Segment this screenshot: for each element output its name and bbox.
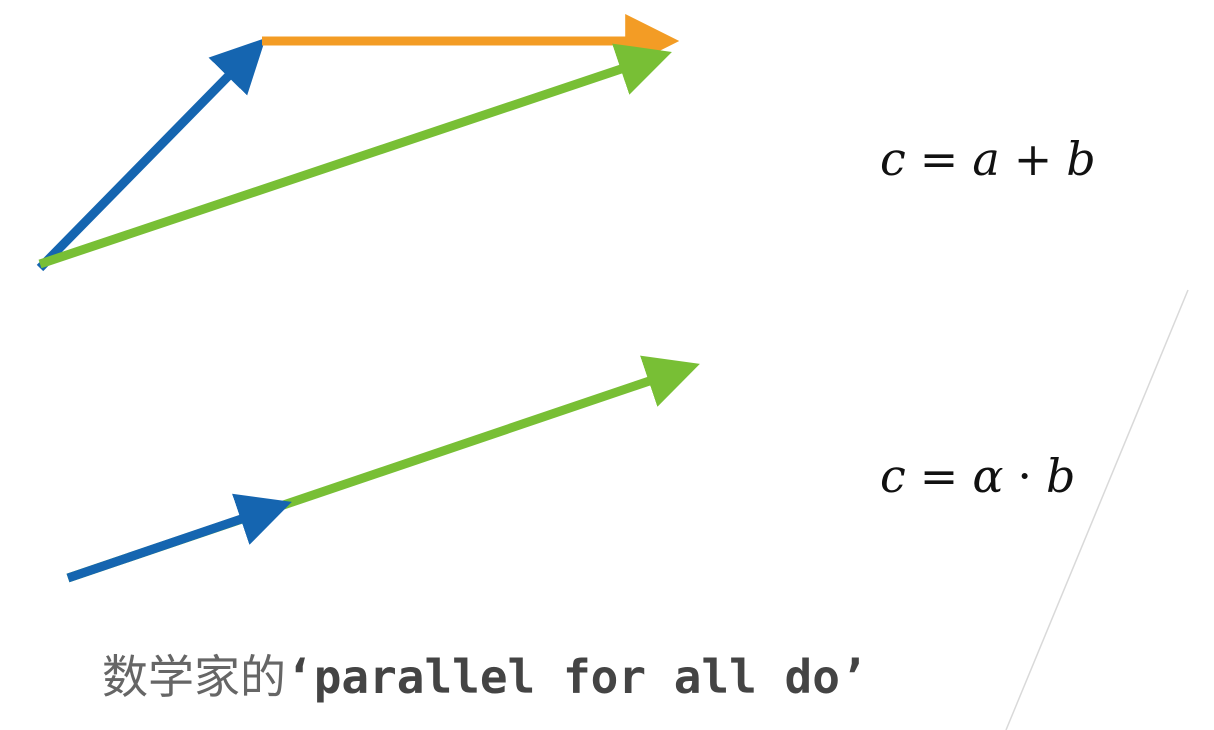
vector-b-short-arrow — [66, 493, 292, 583]
formula-sum-plus: + — [1013, 132, 1053, 186]
formula-scale-alpha: α — [972, 449, 1004, 503]
formula-sum-equals: = — [919, 132, 959, 186]
vector-c-sum-arrow — [38, 43, 672, 269]
caption: 数学家的‘parallel for all do’ — [102, 650, 868, 705]
formula-scale-equals: = — [919, 449, 959, 503]
formula-vector-sum: c = a + b — [880, 136, 1096, 182]
formula-sum-b: b — [1066, 132, 1096, 186]
caption-code: ‘parallel for all do’ — [286, 650, 868, 704]
vector-a-arrow — [36, 38, 266, 272]
caption-chinese: 数学家的 — [102, 650, 286, 704]
vector-diagram — [36, 14, 1189, 730]
formula-scalar-multiple: c = α · b — [880, 453, 1075, 499]
formula-scale-dot: · — [1017, 449, 1033, 503]
formula-scale-b: b — [1046, 449, 1076, 503]
formula-sum-lhs: c — [880, 132, 906, 186]
divider-line — [1005, 289, 1189, 730]
formula-sum-a: a — [972, 132, 1000, 186]
formula-scale-lhs: c — [880, 449, 906, 503]
